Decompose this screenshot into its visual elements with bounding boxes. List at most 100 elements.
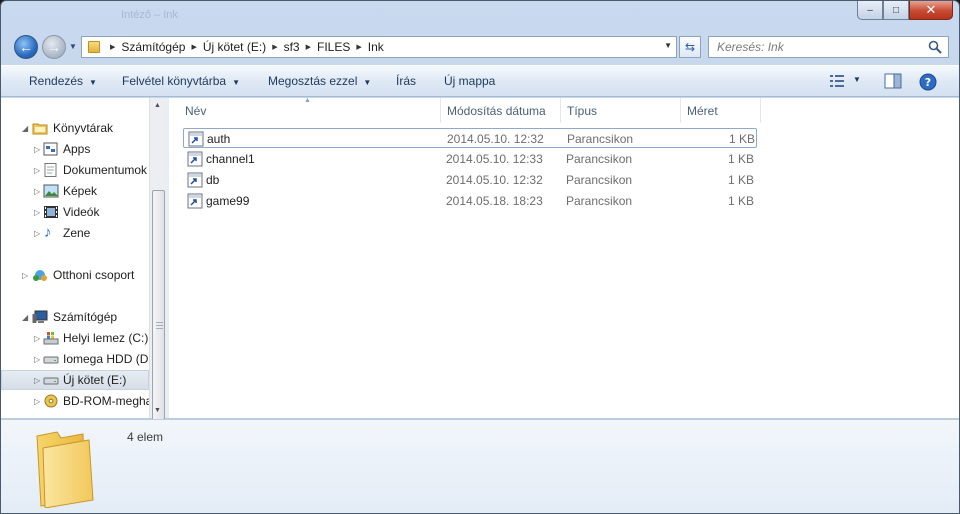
drive-icon	[43, 377, 59, 385]
tree-item-bd-rom[interactable]: ▷ BD-ROM-meghajtó	[1, 391, 149, 411]
breadcrumb-separator-icon[interactable]: ▶	[272, 43, 277, 51]
details-pane: 4 elem	[1, 419, 959, 513]
file-size: 1 KB	[728, 173, 755, 187]
view-options-icon[interactable]	[829, 73, 847, 89]
expander-open-icon[interactable]: ◢	[22, 313, 28, 322]
recent-pages-dropdown[interactable]: ▼	[69, 42, 77, 51]
address-bar[interactable]: ▶ Számítógép ▶ Új kötet (E:) ▶ sf3 ▶ FIL…	[81, 36, 677, 58]
view-dropdown-icon[interactable]: ▼	[853, 75, 861, 84]
title-bar[interactable]: Intéző – Ink – □ ✕	[1, 1, 959, 31]
tree-item-apps[interactable]: ▷ Apps	[1, 139, 149, 159]
expander-closed-icon[interactable]: ▷	[34, 187, 40, 196]
table-row[interactable]: db 2014.05.10. 12:32 Parancsikon 1 KB	[183, 170, 757, 190]
tree-item-iomega-hdd-d[interactable]: ▷ Iomega HDD (D:)	[1, 349, 149, 369]
scroll-up-icon[interactable]: ▲	[154, 102, 161, 109]
breadcrumb-sf3[interactable]: sf3	[284, 40, 300, 54]
shortcut-icon	[187, 151, 203, 167]
column-header-type[interactable]: Típus	[561, 98, 681, 123]
tree-item-computer[interactable]: ◢ Számítógép	[1, 307, 149, 327]
expander-closed-icon[interactable]: ▷	[34, 376, 40, 385]
breadcrumb-separator-icon[interactable]: ▶	[306, 43, 311, 51]
tree-label: Iomega HDD (D:)	[63, 352, 149, 366]
tree-item-local-disk-c[interactable]: ▷ Helyi lemez (C:)	[1, 328, 149, 348]
table-row[interactable]: auth 2014.05.10. 12:32 Parancsikon 1 KB	[183, 128, 757, 148]
maximize-button[interactable]: □	[883, 1, 909, 20]
search-icon[interactable]	[928, 40, 942, 54]
organize-menu[interactable]: Rendezés ▼	[29, 74, 97, 88]
scroll-down-icon[interactable]: ▼	[154, 407, 161, 414]
breadcrumb-computer[interactable]: Számítógép	[121, 40, 185, 54]
file-modified: 2014.05.10. 12:32	[446, 173, 543, 187]
include-in-library-label: Felvétel könyvtárba	[122, 74, 227, 88]
tree-label: Számítógép	[53, 310, 118, 324]
breadcrumb-separator-icon[interactable]: ▶	[356, 43, 361, 51]
computer-icon	[32, 310, 48, 323]
navigation-scrollbar[interactable]: ▲ ― ― ― ▼	[149, 98, 166, 462]
tree-label: Könyvtárak	[53, 121, 114, 135]
minimize-button[interactable]: –	[857, 1, 883, 20]
back-button[interactable]: ←	[14, 35, 38, 59]
music-icon: ♪	[44, 224, 52, 241]
videos-icon	[44, 206, 58, 218]
tree-item-libraries[interactable]: ◢ Könyvtárak	[1, 118, 149, 138]
file-type: Parancsikon	[566, 173, 633, 187]
tree-item-new-volume-e[interactable]: ▷ Új kötet (E:)	[1, 370, 149, 390]
tree-item-pictures[interactable]: ▷ Képek	[1, 181, 149, 201]
tree-item-videos[interactable]: ▷ Videók	[1, 202, 149, 222]
forward-button[interactable]: →	[42, 35, 66, 59]
expander-closed-icon[interactable]: ▷	[34, 355, 40, 364]
tree-label: Videók	[63, 205, 100, 219]
include-in-library-menu[interactable]: Felvétel könyvtárba ▼	[122, 74, 240, 88]
tree-label: Apps	[63, 142, 91, 156]
close-button[interactable]: ✕	[909, 1, 953, 20]
search-input[interactable]	[717, 40, 917, 54]
file-type: Parancsikon	[566, 194, 633, 208]
file-size: 1 KB	[728, 194, 755, 208]
grip-icon: ― ― ―	[156, 319, 163, 332]
svg-text:?: ?	[925, 76, 931, 89]
item-count: 4 elem	[127, 430, 164, 444]
new-folder-button[interactable]: Új mappa	[444, 74, 495, 88]
breadcrumb-ink[interactable]: Ink	[368, 40, 384, 54]
column-header-name[interactable]: Név	[179, 98, 441, 123]
expander-closed-icon[interactable]: ▷	[34, 229, 40, 238]
table-row[interactable]: channel1 2014.05.10. 12:33 Parancsikon 1…	[183, 149, 757, 169]
shortcut-icon	[187, 193, 203, 209]
tree-item-homegroup[interactable]: ▷ Otthoni csoport	[1, 265, 149, 285]
expander-closed-icon[interactable]: ▷	[22, 271, 28, 280]
command-bar: Rendezés ▼ Felvétel könyvtárba ▼ Megosztás…	[1, 65, 959, 97]
expander-open-icon[interactable]: ◢	[22, 124, 28, 133]
preview-pane-icon[interactable]	[884, 73, 902, 89]
tree-label: Dokumentumok	[63, 163, 148, 177]
expander-closed-icon[interactable]: ▷	[34, 397, 40, 406]
file-modified: 2014.05.10. 12:32	[447, 132, 544, 146]
arrow-left-icon: ←	[19, 39, 33, 55]
search-box[interactable]	[708, 36, 949, 58]
tree-item-documents[interactable]: ▷ Dokumentumok	[1, 160, 149, 180]
chevron-down-icon: ▼	[232, 78, 240, 87]
address-history-dropdown[interactable]: ▼	[664, 41, 672, 50]
refresh-icon: ⇆	[684, 40, 696, 54]
breadcrumb-volume-e[interactable]: Új kötet (E:)	[203, 40, 266, 54]
column-header-modified[interactable]: Módosítás dátuma	[441, 98, 561, 123]
tree-label: BD-ROM-meghajtó	[63, 394, 149, 408]
pictures-icon	[43, 184, 59, 198]
table-row[interactable]: game99 2014.05.18. 18:23 Parancsikon 1 K…	[183, 191, 757, 211]
folder-icon	[36, 431, 94, 508]
refresh-button[interactable]: ⇆	[679, 36, 701, 58]
breadcrumb-separator-icon[interactable]: ▶	[191, 43, 196, 51]
expander-closed-icon[interactable]: ▷	[34, 334, 40, 343]
file-list: ▲ Név Módosítás dátuma Típus Méret auth …	[169, 97, 959, 418]
system-drive-icon	[43, 332, 59, 345]
help-icon[interactable]: ?	[919, 73, 937, 91]
expander-closed-icon[interactable]: ▷	[34, 145, 40, 154]
share-with-menu[interactable]: Megosztás ezzel ▼	[268, 74, 371, 88]
file-modified: 2014.05.18. 18:23	[446, 194, 543, 208]
tree-item-music[interactable]: ▷ ♪ Zene	[1, 223, 149, 243]
expander-closed-icon[interactable]: ▷	[34, 208, 40, 217]
breadcrumb-separator-icon[interactable]: ▶	[110, 43, 115, 51]
breadcrumb-files[interactable]: FILES	[317, 40, 350, 54]
burn-button[interactable]: Írás	[396, 74, 416, 88]
expander-closed-icon[interactable]: ▷	[34, 166, 40, 175]
column-header-size[interactable]: Méret	[681, 98, 761, 123]
